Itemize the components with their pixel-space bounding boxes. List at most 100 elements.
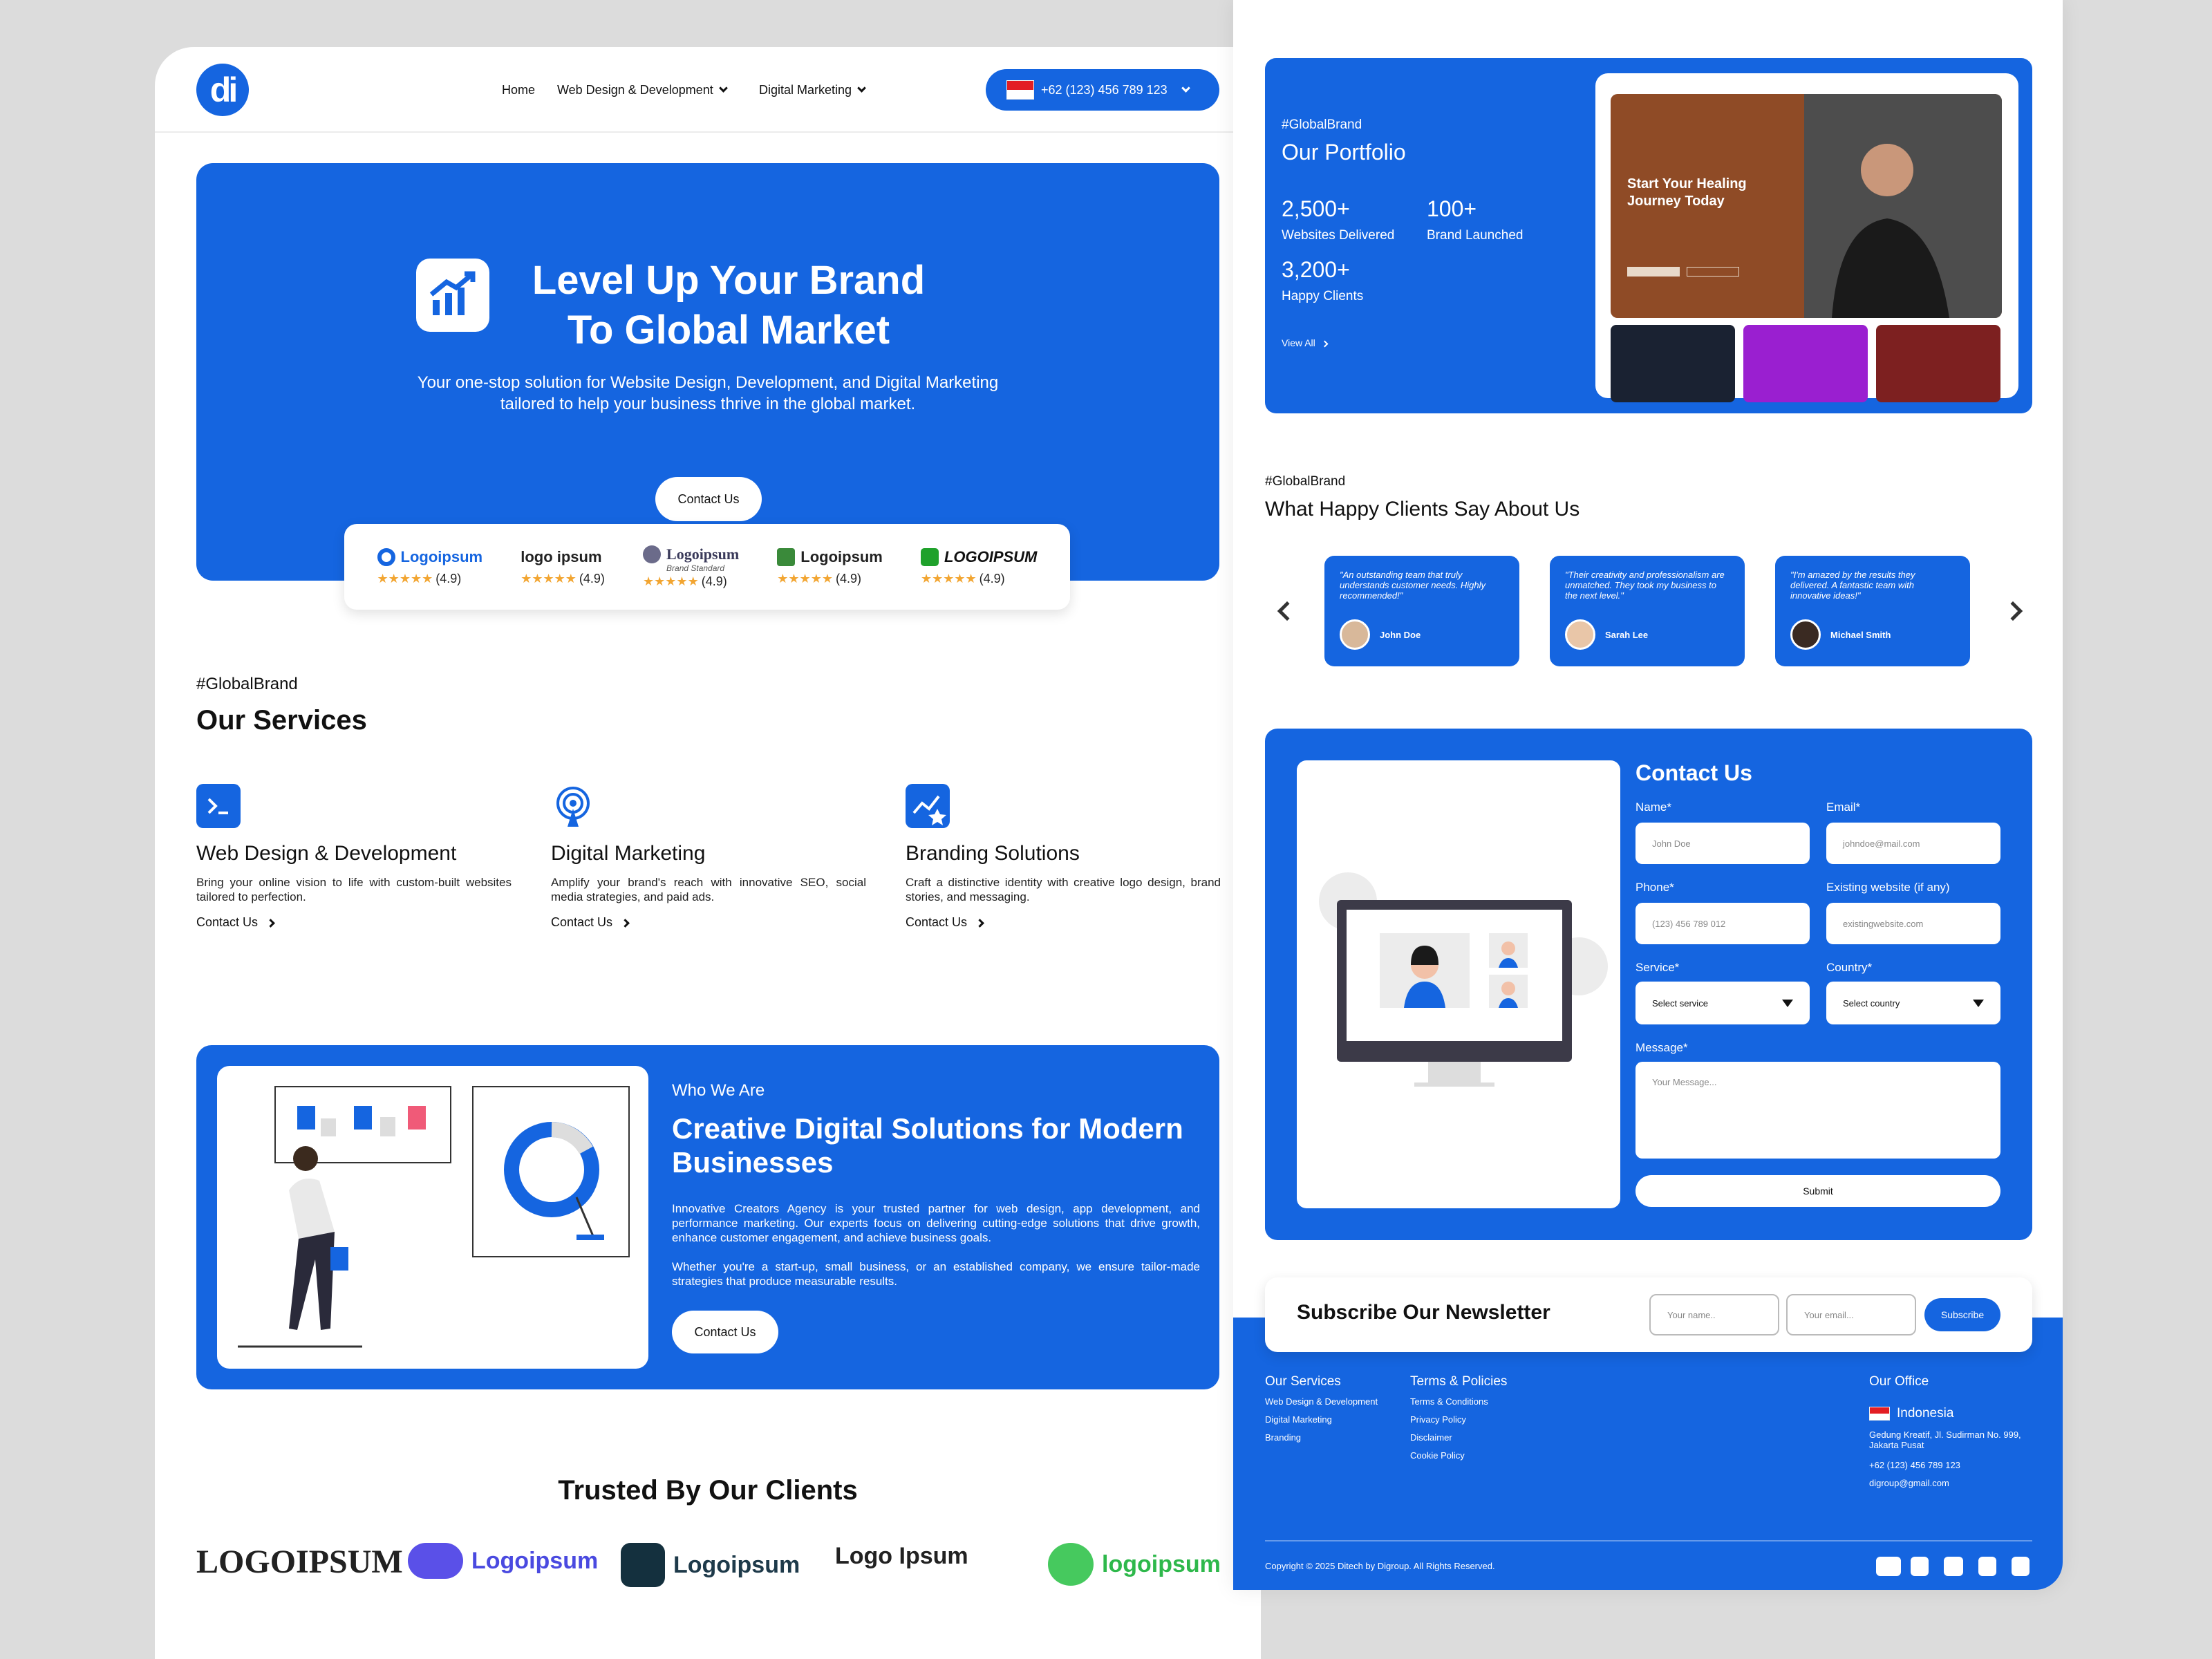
message-placeholder: Your Message...: [1652, 1077, 1717, 1087]
footer-link[interactable]: Web Design & Development: [1265, 1396, 1378, 1407]
who-contact-button[interactable]: Contact Us: [672, 1311, 778, 1353]
footer-link[interactable]: Terms & Conditions: [1410, 1396, 1488, 1407]
chevron-right-icon: [266, 919, 275, 928]
stat-label: Websites Delivered: [1282, 228, 1395, 243]
client-logo-text: Logo Ipsum: [835, 1543, 968, 1569]
view-all-link[interactable]: View All: [1282, 337, 1329, 348]
service-contact-link-label: Contact Us: [906, 915, 968, 929]
service-select[interactable]: Select service: [1635, 982, 1810, 1024]
footer-link[interactable]: Digital Marketing: [1265, 1414, 1332, 1425]
client-logo: Logoipsum: [621, 1543, 800, 1587]
youtube-icon[interactable]: [1876, 1557, 1901, 1576]
rating-logo-text: LOGOIPSUM: [944, 547, 1038, 565]
rating-logo-text: Logoipsum: [400, 547, 483, 565]
rating-stars: ★★★★★ (4.9): [643, 574, 727, 589]
carousel-prev-icon[interactable]: [1277, 601, 1297, 621]
broadcast-icon: [551, 784, 595, 828]
hero-contact-button[interactable]: Contact Us: [655, 477, 762, 521]
portfolio-tag: #GlobalBrand: [1282, 118, 1362, 132]
testimonial-author: John Doe: [1340, 619, 1421, 650]
footer: Our Services Web Design & Development Di…: [1233, 1318, 2063, 1590]
testimonials-title: What Happy Clients Say About Us: [1265, 498, 1580, 521]
who-label: Who We Are: [672, 1081, 765, 1100]
name-field[interactable]: John Doe: [1635, 823, 1810, 864]
landing-page-left: di Home Web Design & Development Digital…: [155, 47, 1261, 1659]
carousel-next-icon[interactable]: [2003, 601, 2023, 621]
phone-number: +62 (123) 456 789 123: [1041, 82, 1168, 97]
facebook-icon[interactable]: [1911, 1557, 1929, 1576]
message-field[interactable]: Your Message...: [1635, 1062, 2000, 1159]
subscribe-button[interactable]: Subscribe: [1924, 1298, 2000, 1331]
testimonial-name: John Doe: [1380, 629, 1421, 640]
nav-home[interactable]: Home: [502, 83, 535, 97]
rating-logo-text: Logoipsum: [800, 547, 883, 565]
avatar: [1565, 619, 1595, 650]
indonesia-flag-icon: [1006, 80, 1034, 100]
footer-link[interactable]: Disclaimer: [1410, 1432, 1452, 1443]
rating-stars: ★★★★★ (4.9): [521, 572, 605, 586]
robot-logo-icon: [408, 1543, 463, 1579]
hero-title-line2: To Global Market: [567, 308, 890, 353]
linkedin-icon[interactable]: [1978, 1557, 1996, 1576]
copyright: Copyright © 2025 Ditech by Digroup. All …: [1265, 1561, 1495, 1571]
nav-web-design[interactable]: Web Design & Development: [557, 83, 728, 97]
footer-services-title: Our Services: [1265, 1374, 1341, 1389]
footer-link[interactable]: Privacy Policy: [1410, 1414, 1466, 1425]
phone-field[interactable]: (123) 456 789 012: [1635, 903, 1810, 944]
client-logo: logoipsum: [1048, 1543, 1221, 1586]
who-we-are-section: Who We Are Creative Digital Solutions fo…: [196, 1045, 1219, 1389]
stat-number: 2,500+: [1282, 196, 1350, 221]
newsletter-email-field[interactable]: Your email...: [1786, 1294, 1916, 1335]
newsletter-name-field[interactable]: Your name..: [1649, 1294, 1779, 1335]
country-select[interactable]: Select country: [1826, 982, 2000, 1024]
rating-score: (4.9): [579, 571, 605, 585]
footer-link[interactable]: Branding: [1265, 1432, 1301, 1443]
portfolio-thumb: [1611, 325, 1735, 402]
rating-item: Logoipsum ★★★★★ (4.9): [377, 547, 483, 586]
rating-score: (4.9): [435, 571, 462, 585]
hero-subtitle-line2: tailored to help your business thrive in…: [500, 395, 916, 413]
rating-item: logo ipsum ★★★★★ (4.9): [521, 548, 605, 586]
country-label: Country*: [1826, 961, 1873, 974]
newsletter-title: Subscribe Our Newsletter: [1297, 1301, 1550, 1324]
service-card: Web Design & Development Bring your onli…: [196, 784, 512, 930]
phone-button[interactable]: +62 (123) 456 789 123: [986, 69, 1219, 111]
office-country-name: Indonesia: [1897, 1406, 1954, 1421]
logo-mark-icon: [920, 547, 939, 566]
twitter-icon[interactable]: [1944, 1557, 1963, 1576]
submit-button[interactable]: Submit: [1635, 1175, 2000, 1207]
nav-digital-marketing[interactable]: Digital Marketing: [759, 83, 866, 97]
trusted-title: Trusted By Our Clients: [558, 1475, 858, 1506]
avatar: [1790, 619, 1821, 650]
footer-link[interactable]: Cookie Policy: [1410, 1450, 1465, 1461]
testimonial-author: Sarah Lee: [1565, 619, 1648, 650]
instagram-icon[interactable]: [2012, 1557, 2030, 1576]
stat-label: Brand Launched: [1427, 228, 1524, 243]
preview-headline: Start Your Healing Journey Today: [1627, 176, 1747, 209]
logo-mark-icon: [777, 547, 796, 566]
service-title: Branding Solutions: [906, 842, 1080, 865]
rating-stars: ★★★★★ (4.9): [921, 572, 1005, 586]
service-contact-link[interactable]: Contact Us: [906, 915, 1221, 930]
office-address: Gedung Kreatif, Jl. Sudirman No. 999, Ja…: [1869, 1430, 2021, 1450]
rating-item: LOGOIPSUM ★★★★★ (4.9): [920, 547, 1038, 586]
chevron-down-icon: [718, 84, 728, 93]
brand-logo[interactable]: di: [196, 64, 249, 116]
who-paragraph-1: Innovative Creators Agency is your trust…: [672, 1202, 1200, 1244]
service-description: Amplify your brand's reach with innovati…: [551, 876, 866, 903]
service-contact-link[interactable]: Contact Us: [551, 915, 866, 930]
website-label: Existing website (if any): [1826, 881, 1950, 894]
portfolio-preview[interactable]: Start Your Healing Journey Today: [1595, 73, 2018, 402]
dropdown-arrow-icon: [1782, 999, 1793, 1007]
email-field[interactable]: johndoe@mail.com: [1826, 823, 2000, 864]
team-illustration: [217, 1066, 648, 1369]
footer-policies-title: Terms & Policies: [1410, 1374, 1508, 1389]
stat-number: 3,200+: [1282, 257, 1350, 282]
service-contact-link[interactable]: Contact Us: [196, 915, 512, 930]
footer-divider: [1265, 1540, 2032, 1541]
service-card: Branding Solutions Craft a distinctive i…: [906, 784, 1221, 930]
contact-title: Contact Us: [1635, 760, 1752, 785]
who-title: Creative Digital Solutions for Modern Bu…: [672, 1112, 1183, 1179]
website-field[interactable]: existingwebsite.com: [1826, 903, 2000, 944]
portfolio-title: Our Portfolio: [1282, 140, 1406, 165]
